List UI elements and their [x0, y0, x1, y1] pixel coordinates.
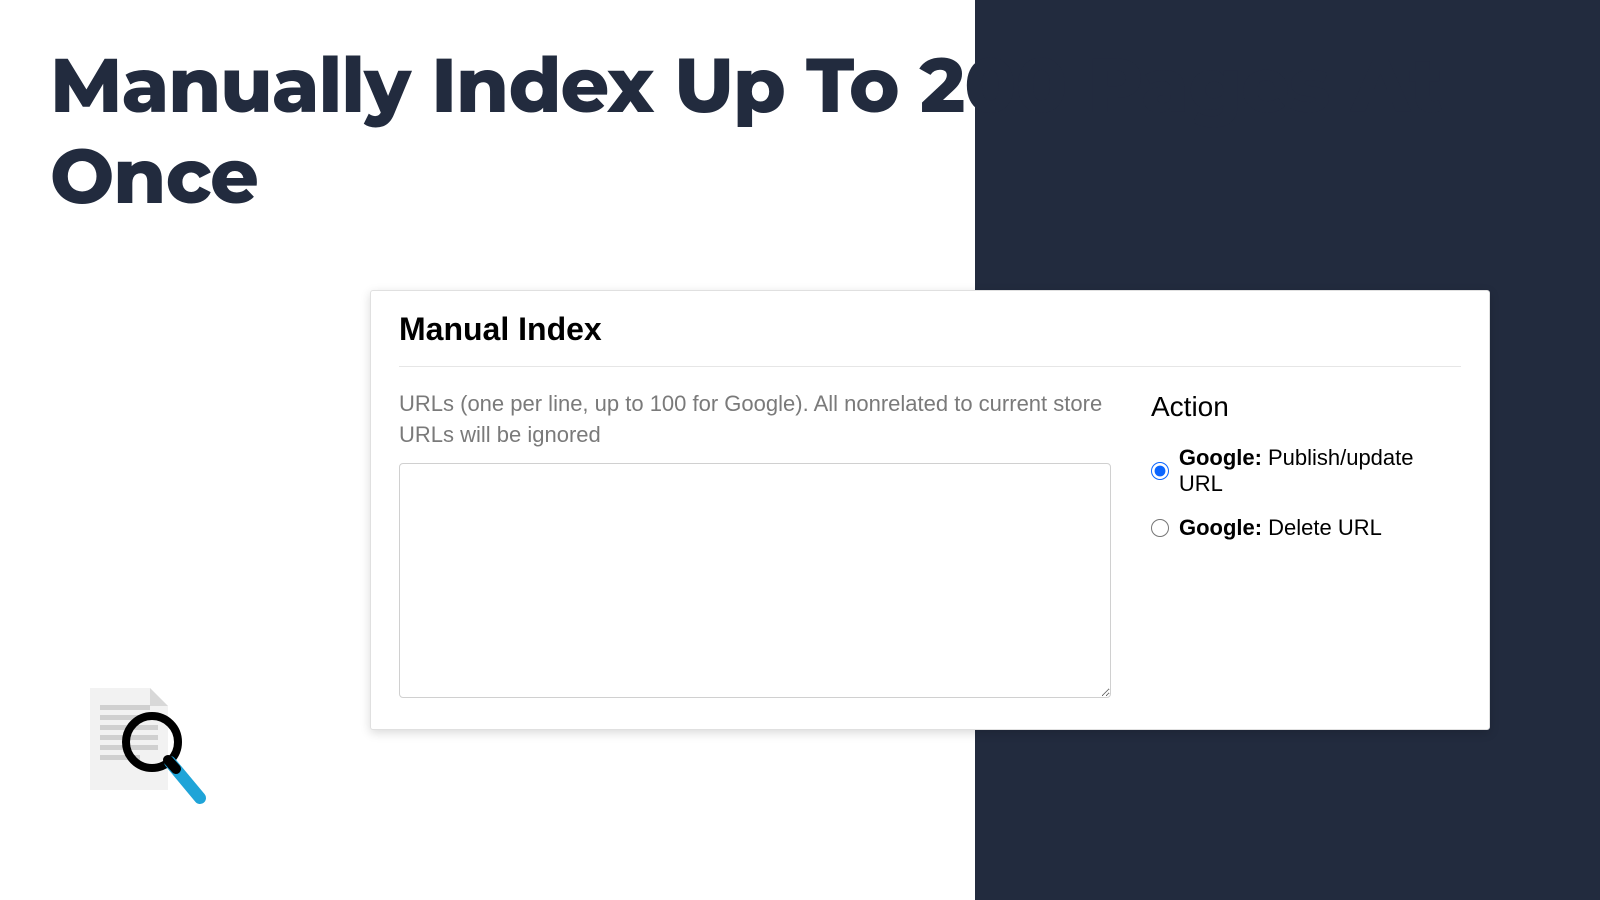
card-title: Manual Index	[399, 311, 1461, 366]
page-headline: Manually Index Up To 200 Pages At Once	[50, 40, 1600, 222]
manual-index-card: Manual Index URLs (one per line, up to 1…	[370, 290, 1490, 730]
action-heading: Action	[1151, 391, 1461, 423]
radio-publish-input[interactable]	[1151, 462, 1169, 480]
radio-option-delete[interactable]: Google:Delete URL	[1151, 515, 1461, 541]
url-textarea[interactable]	[399, 463, 1111, 698]
card-body: URLs (one per line, up to 100 for Google…	[399, 389, 1461, 703]
card-divider	[399, 366, 1461, 367]
radio-delete-bold: Google:	[1179, 515, 1262, 540]
url-instructions: URLs (one per line, up to 100 for Google…	[399, 389, 1111, 451]
radio-publish-bold: Google:	[1179, 445, 1262, 470]
radio-delete-input[interactable]	[1151, 519, 1169, 537]
radio-option-publish[interactable]: Google:Publish/update URL	[1151, 445, 1461, 497]
radio-delete-text: Delete URL	[1268, 515, 1382, 540]
url-input-section: URLs (one per line, up to 100 for Google…	[399, 389, 1111, 703]
document-search-icon	[80, 680, 220, 820]
action-section: Action Google:Publish/update URL Google:…	[1151, 389, 1461, 703]
